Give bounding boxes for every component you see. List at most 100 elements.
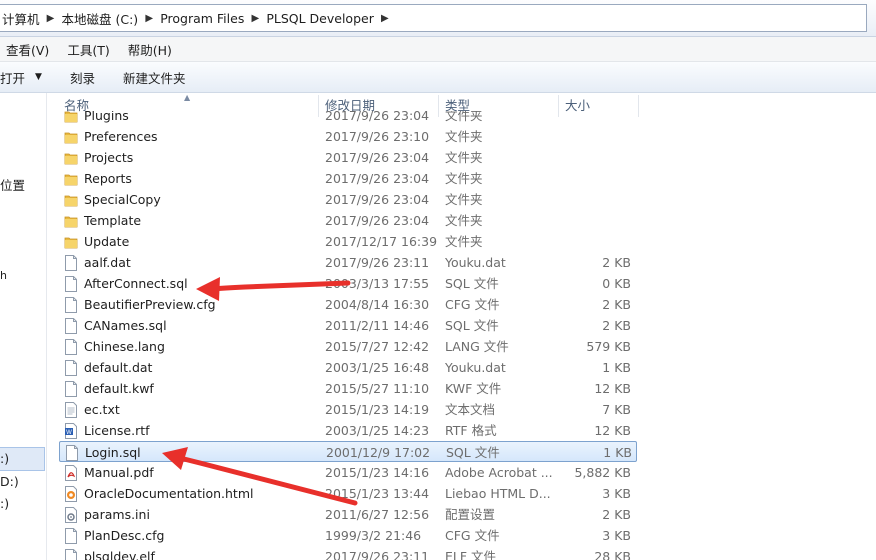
- file-row[interactable]: aalf.dat 2017/9/26 23:11 Youku.dat 2 KB: [59, 252, 637, 273]
- file-row[interactable]: AfterConnect.sql 2003/3/13 17:55 SQL 文件 0 K…: [59, 273, 637, 294]
- file-size: 1 KB: [603, 445, 632, 460]
- file-type: 文件夹: [445, 111, 483, 123]
- file-row[interactable]: SpecialCopy 2017/9/26 23:04 文件夹: [59, 189, 637, 210]
- file-name: params.ini: [84, 507, 150, 522]
- menu-help[interactable]: 帮助(H): [128, 40, 172, 59]
- file-row[interactable]: Projects 2017/9/26 23:04 文件夹: [59, 147, 637, 168]
- file-row[interactable]: Chinese.lang 2015/7/27 12:42 LANG 文件 579 KB: [59, 336, 637, 357]
- file-type: LANG 文件: [445, 339, 509, 354]
- breadcrumb-chevron-icon[interactable]: ▶: [246, 13, 264, 24]
- nav-item-drive-e[interactable]: :): [0, 496, 9, 511]
- file-date: 2003/1/25 14:23: [325, 423, 430, 438]
- file-size: 7 KB: [602, 402, 631, 417]
- file-row[interactable]: Manual.pdf 2015/1/23 14:16 Adobe Acrobat .…: [59, 462, 637, 483]
- file-date: 2017/9/26 23:11: [325, 255, 430, 270]
- file-row[interactable]: plsqldev.elf 2017/9/26 23:11 ELF 文件 28 KB: [59, 546, 637, 560]
- file-row[interactable]: default.kwf 2015/5/27 11:10 KWF 文件 12 KB: [59, 378, 637, 399]
- file-row[interactable]: Preferences 2017/9/26 23:10 文件夹: [59, 126, 637, 147]
- file-name: SpecialCopy: [84, 192, 161, 207]
- new-folder-button[interactable]: 新建文件夹: [123, 68, 186, 87]
- file-type: 文本文档: [445, 402, 496, 417]
- address-bar[interactable]: 计算机 ▶ 本地磁盘 (C:) ▶ Program Files ▶ PLSQL …: [0, 4, 867, 32]
- file-row[interactable]: OracleDocumentation.html 2015/1/23 13:44 L…: [59, 483, 637, 504]
- file-name: CANames.sql: [84, 318, 167, 333]
- text-file-icon: [64, 402, 78, 418]
- folder-icon: [64, 111, 78, 124]
- open-button-label: 打开: [0, 70, 26, 86]
- file-type: CFG 文件: [445, 528, 500, 543]
- breadcrumb-chevron-icon[interactable]: ▶: [42, 13, 60, 24]
- file-icon: [64, 318, 78, 334]
- file-icon: [64, 276, 78, 292]
- nav-item-drive-c[interactable]: :): [0, 451, 9, 466]
- file-row[interactable]: Template 2017/9/26 23:04 文件夹: [59, 210, 637, 231]
- file-size: 2 KB: [602, 297, 631, 312]
- file-name: default.kwf: [84, 381, 154, 396]
- file-name: Preferences: [84, 129, 158, 144]
- file-type: 文件夹: [445, 192, 483, 207]
- file-size: 2 KB: [602, 318, 631, 333]
- file-size: 12 KB: [594, 423, 631, 438]
- file-icon: [64, 549, 78, 560]
- file-name: Login.sql: [85, 445, 141, 460]
- chevron-down-icon: ▼: [35, 72, 42, 82]
- file-type: 文件夹: [445, 129, 483, 144]
- file-row[interactable]: BeautifierPreview.cfg 2004/8/14 16:30 CFG …: [59, 294, 637, 315]
- sort-up-icon: ▲: [184, 93, 191, 102]
- file-type: KWF 文件: [445, 381, 502, 396]
- open-button[interactable]: 打开 ▼: [0, 68, 42, 87]
- folder-icon: [64, 234, 78, 250]
- nav-item-drive-d[interactable]: D:): [0, 474, 19, 489]
- file-row-selected[interactable]: Login.sql 2001/12/9 17:02 SQL 文件 1 KB: [59, 441, 637, 462]
- breadcrumb-plsql-developer[interactable]: PLSQL Developer: [264, 5, 376, 31]
- folder-icon: [64, 171, 78, 187]
- file-type: 文件夹: [445, 213, 483, 228]
- file-date: 2017/9/26 23:11: [325, 549, 430, 560]
- breadcrumb-chevron-icon[interactable]: ▶: [140, 13, 158, 24]
- file-row[interactable]: Reports 2017/9/26 23:04 文件夹: [59, 168, 637, 189]
- file-row[interactable]: params.ini 2011/6/27 12:56 配置设置 2 KB: [59, 504, 637, 525]
- file-icon: [64, 339, 78, 355]
- file-name: ec.txt: [84, 402, 120, 417]
- menu-tools[interactable]: 工具(T): [67, 40, 109, 59]
- file-row[interactable]: Plugins 2017/9/26 23:04 文件夹: [59, 111, 637, 126]
- file-date: 2017/9/26 23:04: [325, 150, 430, 165]
- file-date: 2015/1/23 13:44: [325, 486, 430, 501]
- file-name: plsqldev.elf: [84, 549, 155, 560]
- file-type: 文件夹: [445, 171, 483, 186]
- file-row[interactable]: ec.txt 2015/1/23 14:19 文本文档 7 KB: [59, 399, 637, 420]
- file-row[interactable]: PlanDesc.cfg 1999/3/2 21:46 CFG 文件 3 KB: [59, 525, 637, 546]
- file-date: 2004/8/14 16:30: [325, 297, 430, 312]
- file-date: 2017/9/26 23:04: [325, 111, 430, 123]
- breadcrumb-program-files[interactable]: Program Files: [158, 5, 246, 31]
- file-row[interactable]: default.dat 2003/1/25 16:48 Youku.dat 1 KB: [59, 357, 637, 378]
- file-type: ELF 文件: [445, 549, 497, 560]
- file-type: 文件夹: [445, 150, 483, 165]
- file-row[interactable]: W License.rtf 2003/1/25 14:23 RTF 格式 12 KB: [59, 420, 637, 441]
- file-type: SQL 文件: [446, 445, 500, 460]
- file-date: 2015/1/23 14:19: [325, 402, 430, 417]
- file-icon: [65, 445, 79, 461]
- file-size: 579 KB: [586, 339, 631, 354]
- svg-text:W: W: [66, 430, 72, 436]
- file-date: 2015/7/27 12:42: [325, 339, 430, 354]
- breadcrumb-computer[interactable]: 计算机: [0, 5, 42, 31]
- folder-icon: [64, 150, 78, 166]
- breadcrumb-chevron-icon[interactable]: ▶: [376, 13, 394, 24]
- word-doc-icon: W: [64, 423, 78, 439]
- breadcrumb-label: PLSQL Developer: [266, 10, 374, 26]
- file-date: 2001/12/9 17:02: [326, 445, 431, 460]
- burn-button[interactable]: 刻录: [70, 68, 95, 87]
- file-size: 2 KB: [602, 255, 631, 270]
- file-type: 配置设置: [445, 507, 496, 522]
- file-row[interactable]: Update 2017/12/17 16:39 文件夹: [59, 231, 637, 252]
- file-type: SQL 文件: [445, 276, 499, 291]
- file-size: 0 KB: [602, 276, 631, 291]
- nav-item-location[interactable]: 位置: [0, 175, 25, 194]
- file-date: 2017/12/17 16:39: [325, 234, 438, 249]
- file-type: Adobe Acrobat ...: [445, 465, 553, 480]
- menu-view[interactable]: 查看(V): [6, 40, 49, 59]
- breadcrumb-drive-c[interactable]: 本地磁盘 (C:): [60, 5, 141, 31]
- file-row[interactable]: CANames.sql 2011/2/11 14:46 SQL 文件 2 KB: [59, 315, 637, 336]
- command-bar: 打开 ▼ 刻录 新建文件夹: [0, 62, 876, 93]
